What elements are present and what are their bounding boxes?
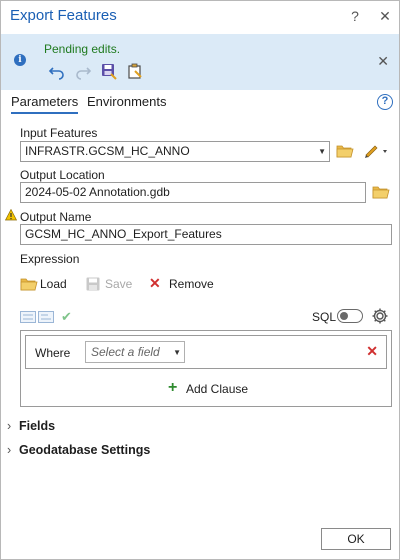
title-bar: Export Features ? ✕ — [1, 1, 399, 33]
remove-x-icon: ✕ — [149, 275, 161, 291]
help-button[interactable]: ? — [346, 6, 364, 26]
section-fields-label: Fields — [19, 419, 56, 433]
verify-checkmark-icon[interactable]: ✔ — [61, 309, 72, 325]
load-label: Load — [40, 277, 67, 291]
warning-icon — [4, 208, 18, 221]
banner-close-button[interactable]: ✕ — [377, 53, 389, 70]
chevron-right-icon: › — [7, 419, 12, 433]
discard-edits-icon[interactable] — [126, 62, 144, 80]
ok-button[interactable]: OK — [321, 528, 391, 550]
section-geodatabase-settings[interactable]: › Geodatabase Settings — [7, 443, 150, 457]
section-fields[interactable]: › Fields — [7, 419, 55, 433]
toggle-knob — [340, 311, 348, 320]
output-name-label: Output Name — [20, 210, 92, 224]
output-location-label: Output Location — [20, 168, 105, 182]
load-folder-icon — [20, 278, 38, 291]
save-edits-icon[interactable] — [100, 62, 118, 80]
save-label: Save — [105, 277, 133, 291]
sql-label: SQL — [312, 310, 337, 324]
clause-row: Where Select a field ▼ ✕ — [25, 335, 387, 369]
remove-clause-icon[interactable]: ✕ — [366, 343, 378, 360]
pending-edits-banner: i Pending edits. ✕ — [1, 34, 399, 90]
output-location-value: 2024-05-02 Annotation.gdb — [25, 185, 170, 199]
pending-edits-message: Pending edits. — [44, 42, 121, 56]
add-clause-label: Add Clause — [186, 382, 249, 396]
sql-toggle[interactable] — [337, 309, 363, 323]
tab-environments[interactable]: Environments — [87, 94, 166, 112]
browse-output-folder-icon[interactable] — [372, 184, 390, 200]
output-location-input[interactable]: 2024-05-02 Annotation.gdb — [20, 182, 366, 203]
section-geodatabase-settings-label: Geodatabase Settings — [19, 443, 151, 457]
info-icon: i — [14, 54, 26, 66]
load-button[interactable]: Load — [20, 276, 76, 292]
field-dropdown-caret-icon: ▼ — [173, 348, 181, 357]
export-features-dialog: Export Features ? ✕ i Pending edits. ✕ P… — [0, 0, 400, 560]
expression-label: Expression — [20, 252, 80, 266]
close-button[interactable]: ✕ — [376, 6, 394, 26]
help-question-icon[interactable]: ? — [377, 94, 393, 110]
tab-bar: Parameters Environments — [11, 94, 391, 116]
remove-button[interactable]: ✕ Remove — [149, 275, 215, 292]
remove-label: Remove — [169, 277, 214, 291]
window-title: Export Features — [10, 7, 117, 24]
save-expression-button[interactable]: Save — [85, 276, 137, 292]
sql-mode-icon[interactable] — [38, 311, 54, 326]
tab-parameters[interactable]: Parameters — [11, 94, 79, 114]
input-features-label: Input Features — [20, 126, 98, 140]
field-select-placeholder: Select a field — [91, 345, 160, 359]
plus-icon: + — [168, 379, 178, 396]
input-features-dropdown[interactable]: INFRASTR.GCSM_HC_ANNO ▼ — [20, 141, 330, 162]
field-select[interactable]: Select a field ▼ — [85, 341, 185, 363]
output-name-input[interactable]: GCSM_HC_ANNO_Export_Features — [20, 224, 392, 245]
output-name-value: GCSM_HC_ANNO_Export_Features — [25, 227, 222, 241]
chevron-right-icon: › — [7, 443, 12, 457]
gear-icon[interactable] — [371, 307, 389, 325]
save-disk-icon — [86, 277, 100, 291]
clause-mode-icon[interactable] — [20, 311, 36, 326]
input-features-value: INFRASTR.GCSM_HC_ANNO — [25, 144, 190, 158]
redo-icon[interactable] — [74, 62, 92, 80]
browse-folder-icon[interactable] — [336, 143, 354, 159]
expression-builder: Where Select a field ▼ ✕ + Add Clause — [20, 330, 392, 407]
edit-pencil-icon[interactable] — [363, 142, 389, 158]
dropdown-caret-icon: ▼ — [318, 147, 326, 156]
where-label: Where — [35, 346, 71, 360]
undo-icon[interactable] — [48, 62, 66, 80]
